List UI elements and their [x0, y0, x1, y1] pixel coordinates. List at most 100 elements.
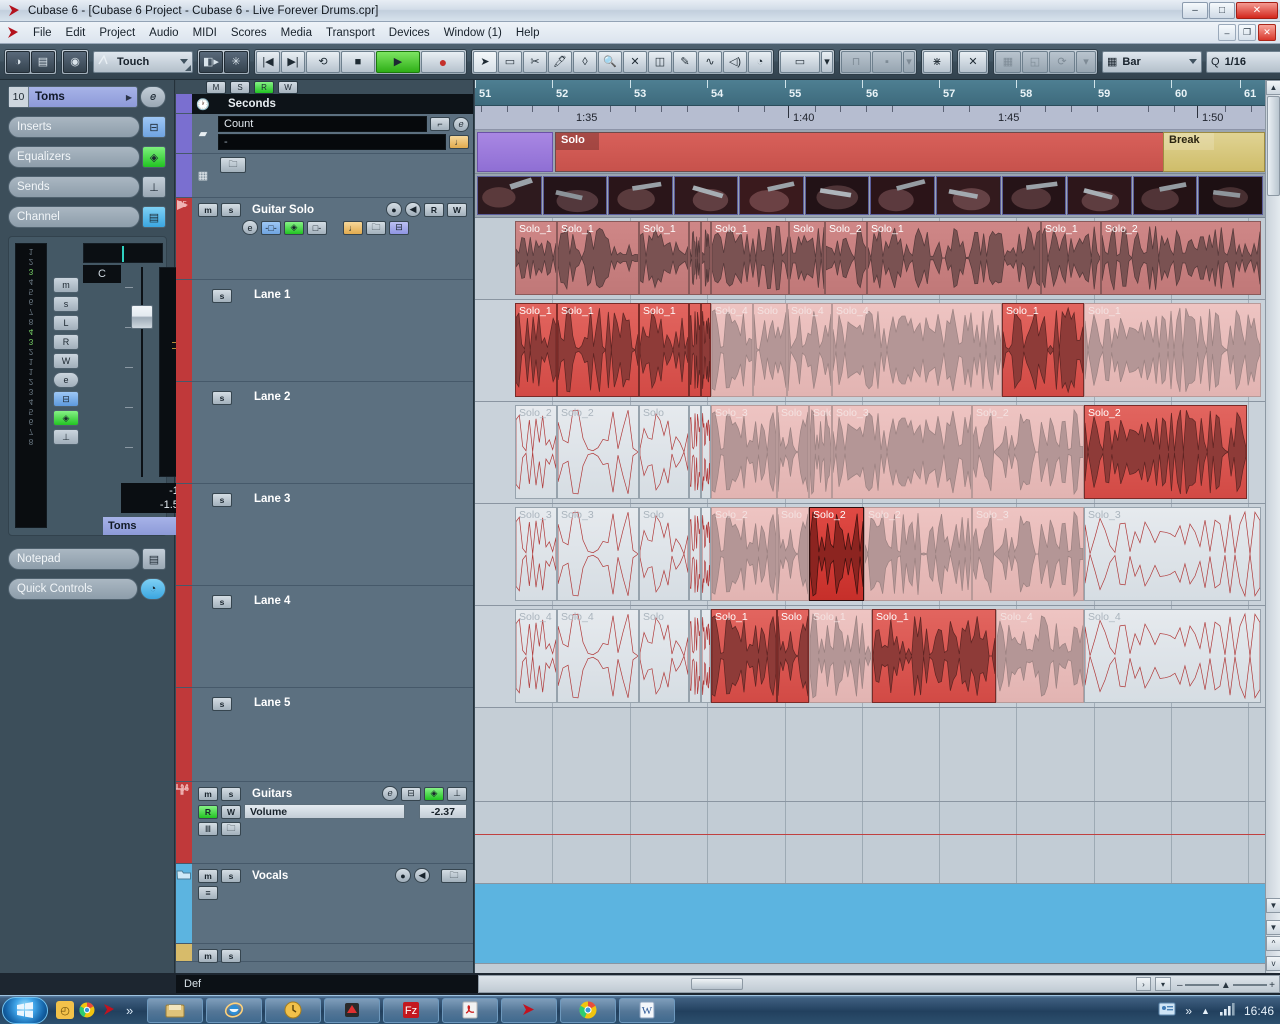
audio-event[interactable]: Solo	[777, 609, 809, 703]
menu-item-midi[interactable]: MIDI	[186, 25, 224, 41]
video-lock-icon[interactable]: 🗀	[220, 157, 246, 173]
track-header-lane-4[interactable]: s Lane 4	[176, 586, 473, 688]
channel-read-button[interactable]: R	[53, 334, 79, 350]
record-button[interactable]: ●	[421, 50, 465, 73]
audio-event[interactable]	[689, 221, 701, 295]
doc-restore-button[interactable]: ❐	[1238, 24, 1256, 41]
musical-mode-icon-guitar-solo[interactable]: ♩	[343, 220, 363, 235]
zoom-slider[interactable]: – ▲ +	[1177, 979, 1275, 991]
audio-event[interactable]: Solo_1	[557, 303, 639, 397]
doc-minimize-button[interactable]: –	[1218, 24, 1236, 41]
line-tool-icon[interactable]: ∿	[698, 50, 722, 73]
global-solo-button[interactable]: S	[230, 80, 250, 94]
sends-icon-guitars[interactable]: ⊥	[447, 786, 467, 801]
quick-launch-overflow-icon[interactable]: »	[126, 1003, 133, 1018]
audio-event[interactable]: Solo_4	[557, 609, 639, 703]
folder-list-icon-vocals[interactable]: ≡	[198, 886, 218, 900]
lock-icon-guitar-solo[interactable]: 🗀	[366, 220, 386, 235]
audio-event[interactable]: Solo_1	[515, 221, 557, 295]
taskbar-item-explorer[interactable]	[147, 997, 204, 1023]
event-lane-1[interactable]: Solo_1 Solo_1 Solo_1 Solo_4 Solo Solo_4 Solo_4…	[475, 300, 1265, 402]
track-header-lane-5[interactable]: s Lane 5	[176, 688, 473, 782]
timeline-ruler-bars[interactable]: 51 52 53 54 55 56 57 58 59 60 61	[475, 80, 1265, 106]
channel-inserts-icon[interactable]: ⊟	[53, 391, 79, 407]
track-header-lane-2[interactable]: s Lane 2	[176, 382, 473, 484]
zoom-vertical-icon[interactable]: ^	[1266, 936, 1280, 951]
audio-event[interactable]: Solo_4	[711, 303, 753, 397]
solo-button-guitar-solo[interactable]: s	[221, 202, 241, 217]
scroll-up-icon[interactable]: ▲	[1266, 80, 1280, 95]
record-enable-icon-guitar-solo[interactable]: ●	[386, 202, 402, 217]
track-header-guitars[interactable]: 26 m s Guitars 𝑒 ⊟ ◈ ⊥ R W Volume -2.37 …	[176, 782, 473, 864]
taskbar-item-chrome[interactable]	[560, 997, 617, 1023]
solo-button-vocals[interactable]: s	[221, 868, 241, 883]
audio-event[interactable]	[689, 609, 701, 703]
audio-event[interactable]: Solo_3	[832, 405, 972, 499]
audio-event[interactable]: Solo_4	[787, 303, 832, 397]
menu-item-scores[interactable]: Scores	[224, 25, 274, 41]
zoom-out-icon[interactable]: –	[1177, 980, 1183, 991]
automation-parameter-field[interactable]: Volume	[244, 804, 405, 819]
solo-button-lane-2[interactable]: s	[212, 391, 232, 405]
track-header-guitar-solo[interactable]: 25 m s Guitar Solo ● ◀ R W e -□- ◈ □-	[176, 198, 473, 280]
automation-list-icon-guitars[interactable]: Ⅲ	[198, 822, 218, 836]
audio-event[interactable]: Solo_2	[972, 405, 1084, 499]
vertical-scroll-thumb[interactable]	[1267, 96, 1280, 196]
quantize-preset-select[interactable]: Q 1/16	[1206, 50, 1280, 73]
marker-region-previous[interactable]	[477, 132, 553, 172]
audio-event[interactable]: Solo_2	[1084, 405, 1247, 499]
tempo-field[interactable]: -	[218, 134, 446, 150]
tray-overflow-icon[interactable]: »	[1185, 1004, 1192, 1018]
play-tool-icon[interactable]: ◁)	[723, 50, 747, 73]
eq-icon-guitar-solo[interactable]: ◈	[284, 220, 304, 235]
video-thumbnail[interactable]	[1198, 176, 1263, 215]
tray-show-hidden-icon[interactable]: ▲	[1201, 1006, 1210, 1016]
audio-event[interactable]	[689, 303, 701, 397]
audio-event[interactable]: Solo_2	[825, 221, 867, 295]
audio-event[interactable]: Solo_3	[515, 507, 557, 601]
solo-button-lane-4[interactable]: s	[212, 595, 232, 609]
inspector-section-quick-controls[interactable]: Quick Controls ◔	[8, 578, 166, 600]
mute-button-guitar-solo[interactable]: m	[198, 202, 218, 217]
automation-globe-icon[interactable]: ◉	[63, 50, 87, 73]
audio-event[interactable]: Solo_4	[996, 609, 1084, 703]
global-write-button[interactable]: W	[278, 80, 298, 94]
audio-event[interactable]: Solo_2	[864, 507, 972, 601]
object-select-caret-icon[interactable]: ▾	[821, 50, 833, 73]
horizontal-scroll-thumb[interactable]	[691, 978, 743, 990]
channel-mute-button[interactable]: m	[53, 277, 79, 293]
inserts-icon-guitars[interactable]: ⊟	[401, 786, 421, 801]
monitor-icon-guitar-solo[interactable]: ◀	[405, 202, 421, 217]
menu-item-edit[interactable]: Edit	[59, 25, 93, 41]
audio-event[interactable]: Solo_4	[515, 609, 557, 703]
audio-event[interactable]: Solo_1	[515, 303, 557, 397]
eraser-tool-icon[interactable]: ◊	[573, 50, 597, 73]
menu-item-transport[interactable]: Transport	[319, 25, 382, 41]
audio-event[interactable]: Solo_1	[809, 609, 872, 703]
inspector-track-name[interactable]: 10 Toms ▶	[8, 86, 138, 108]
scroll-down-icon[interactable]: ▼	[1266, 920, 1280, 935]
video-thumbnail[interactable]	[673, 176, 739, 215]
inspector-section-inserts[interactable]: Inserts ⊟	[8, 116, 166, 138]
audio-event[interactable]: Solo	[639, 405, 689, 499]
eq-icon-guitars[interactable]: ◈	[424, 786, 444, 801]
doc-close-button[interactable]: ✕	[1258, 24, 1276, 41]
auto-quantize-icon[interactable]: ⟳	[1049, 50, 1075, 73]
automation-mode-select[interactable]: Touch	[93, 50, 193, 73]
volume-fader[interactable]	[125, 267, 153, 477]
scroll-lane-down-icon[interactable]: ▼	[1266, 898, 1280, 913]
audio-event[interactable]: Solo_4	[832, 303, 1002, 397]
inspector-section-notepad[interactable]: Notepad ▤	[8, 548, 166, 570]
audio-event[interactable]: Solo_2	[711, 507, 777, 601]
go-to-end-button[interactable]: ▶|	[281, 50, 305, 73]
solo-button-lane-1[interactable]: s	[212, 289, 232, 303]
inserts-bypass-icon[interactable]: ⊟	[142, 116, 166, 138]
audio-event[interactable]	[689, 507, 701, 601]
inserts-icon-guitar-solo[interactable]: -□-	[261, 220, 281, 235]
locate-marker-icon[interactable]: ◧▸	[199, 50, 223, 73]
arrange-area[interactable]: 51 52 53 54 55 56 57 58 59 60 61 1:35 1:…	[475, 80, 1265, 973]
menu-item-devices[interactable]: Devices	[382, 25, 437, 41]
grid-caret-icon[interactable]: ▾	[1076, 50, 1096, 73]
audio-event[interactable]: Solo	[789, 221, 825, 295]
signature-track-icon[interactable]: ▰	[192, 114, 214, 153]
